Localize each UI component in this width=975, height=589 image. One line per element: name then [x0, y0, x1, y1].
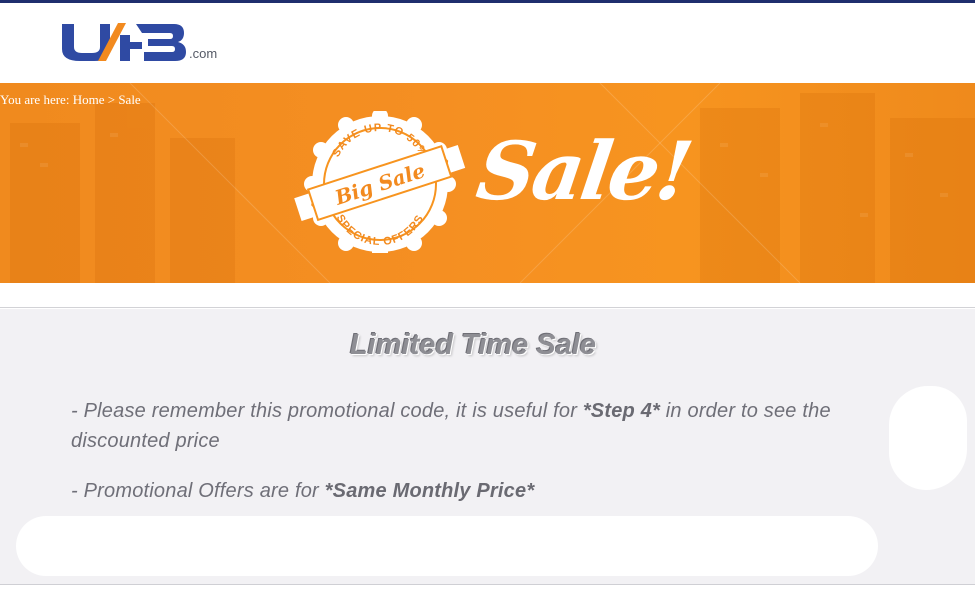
section-divider — [0, 283, 975, 308]
site-header: .com — [0, 3, 975, 83]
logo-domain-suffix: .com — [189, 46, 218, 61]
promo-note-step4-emphasis: *Step 4* — [582, 400, 661, 422]
breadcrumb-home-link[interactable]: Home — [73, 92, 105, 107]
promo-note-monthly-emphasis: *Same Monthly Price* — [324, 480, 535, 502]
breadcrumb-current: Sale — [118, 92, 141, 107]
breadcrumb: You are here: Home > Sale — [0, 92, 141, 108]
redaction-mask-bar — [16, 516, 878, 576]
promo-note-monthly-text: - Promotional Offers are for — [71, 480, 325, 502]
sale-banner: You are here: Home > Sale SAVE UP TO 50%… — [0, 83, 975, 283]
redaction-mask-right — [889, 386, 967, 490]
site-logo[interactable]: .com — [58, 21, 217, 63]
breadcrumb-separator: > — [107, 92, 116, 107]
page-title: Limited Time Sale — [349, 329, 597, 361]
breadcrumb-prefix: You are here: — [0, 92, 70, 107]
sale-headline: Sale! — [471, 124, 696, 218]
promo-note-step4: - Please remember this promotional code,… — [71, 396, 871, 456]
promo-note-monthly: - Promotional Offers are for *Same Month… — [71, 476, 871, 506]
ufb-logo-icon — [62, 23, 186, 61]
big-sale-badge: SAVE UP TO 50% SPECIAL OFFERS Big Sale — [294, 111, 466, 253]
promo-note-step4-text: - Please remember this promotional code,… — [71, 400, 583, 422]
